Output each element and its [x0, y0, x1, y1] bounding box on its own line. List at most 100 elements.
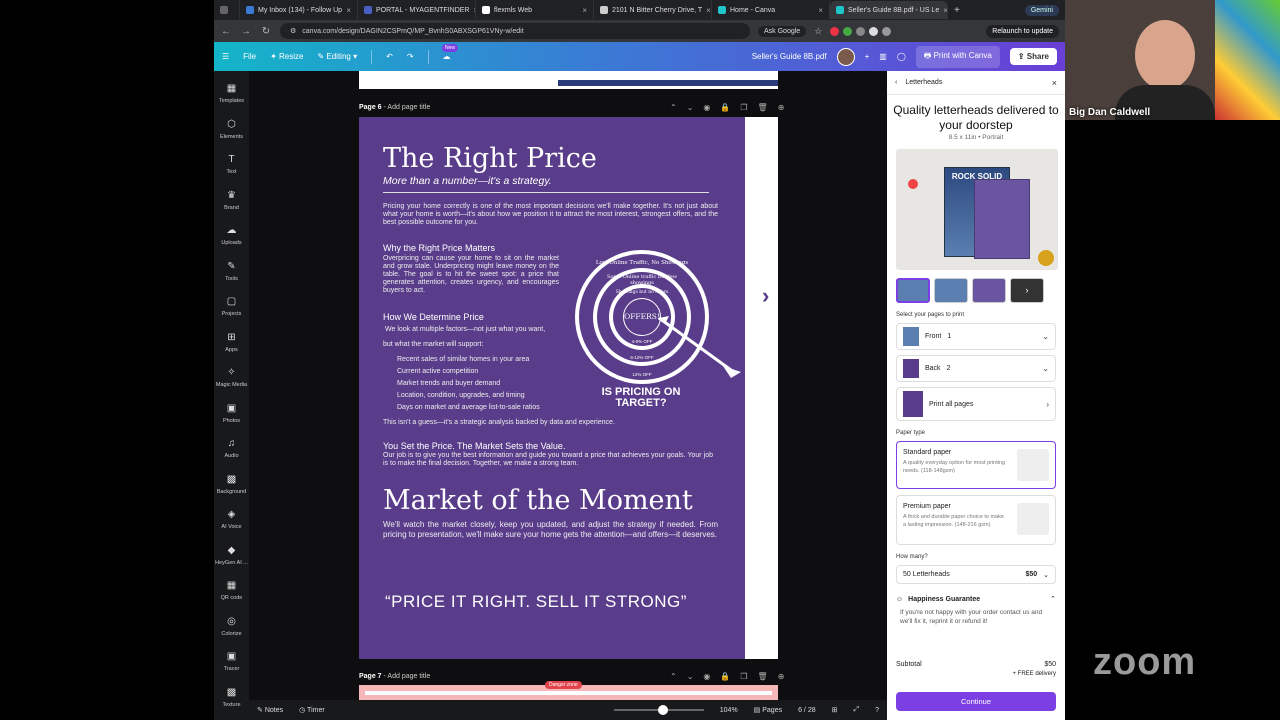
- sidebar-item-qr-code[interactable]: ▦ QR code: [214, 580, 249, 601]
- bullet-item[interactable]: Market trends and buyer demand: [397, 380, 500, 387]
- reload-icon[interactable]: ↻: [260, 26, 272, 37]
- how-heading[interactable]: How We Determine Price: [383, 312, 484, 322]
- lock-icon[interactable]: 🔒: [720, 672, 730, 681]
- cloud-sync-icon[interactable]: ☁: [443, 52, 451, 61]
- quantity-select[interactable]: 50 Letterheads $50 ⌄: [896, 565, 1056, 584]
- browser-tab[interactable]: PORTAL - MYAGENTFINDER×: [358, 1, 476, 19]
- document-title[interactable]: Seller's Guide 8B.pdf: [752, 52, 827, 61]
- set-price-text[interactable]: Our job is to give you the best informat…: [383, 452, 713, 468]
- sidebar-item-templates[interactable]: ▦ Templates: [214, 83, 249, 104]
- fullscreen-icon[interactable]: ⤢: [853, 706, 859, 714]
- chevron-down-icon[interactable]: ⌄: [687, 103, 694, 112]
- sidebar-item-heygen-ai[interactable]: ◆ HeyGen AI ...: [214, 545, 249, 566]
- add-page-title[interactable]: - Add page title: [384, 104, 431, 111]
- bookmark-icon[interactable]: ☆: [814, 26, 822, 37]
- sidebar-item-audio[interactable]: ♫ Audio: [214, 438, 249, 459]
- duplicate-icon[interactable]: ❐: [740, 672, 747, 681]
- forward-icon[interactable]: →: [240, 26, 252, 37]
- close-icon[interactable]: ×: [818, 6, 823, 15]
- guess-text[interactable]: This isn't a guess—it's a strategic anal…: [383, 419, 713, 427]
- relaunch-button[interactable]: Relaunch to update: [986, 24, 1059, 38]
- chevron-up-icon[interactable]: ⌃: [670, 103, 677, 112]
- sidebar-item-tracer[interactable]: ▣ Tracer: [214, 651, 249, 672]
- browser-tab[interactable]: flexmls Web ×: [476, 1, 594, 19]
- sidebar-item-elements[interactable]: ⬡ Elements: [214, 119, 249, 140]
- resize-button[interactable]: ✦ Resize: [270, 52, 303, 61]
- browser-tab[interactable]: [214, 1, 240, 19]
- expand-icon[interactable]: [1038, 250, 1054, 266]
- extension-icon[interactable]: [869, 26, 879, 36]
- sidebar-item-photos[interactable]: ▣ Photos: [214, 403, 249, 424]
- extension-icon[interactable]: [882, 26, 892, 36]
- lock-icon[interactable]: 🔒: [720, 103, 730, 112]
- sidebar-item-projects[interactable]: ▢ Projects: [214, 296, 249, 317]
- hide-icon[interactable]: ◉: [703, 672, 710, 681]
- hide-icon[interactable]: ◉: [703, 103, 710, 112]
- guarantee-toggle[interactable]: ☺ Happiness Guarantee ⌃: [896, 595, 1056, 604]
- continue-button[interactable]: Continue: [896, 692, 1056, 711]
- extension-icon[interactable]: [830, 26, 840, 36]
- add-collaborator-icon[interactable]: +: [865, 52, 870, 61]
- site-info-icon[interactable]: ⚙: [290, 27, 296, 35]
- add-page-icon[interactable]: ⊕: [778, 672, 785, 681]
- ask-google-button[interactable]: Ask Google: [758, 25, 807, 37]
- browser-tab-active[interactable]: Seller's Guide 8B.pdf - US Le ×: [830, 1, 948, 19]
- add-page-title[interactable]: - Add page title: [384, 673, 431, 680]
- sidebar-item-magic-media[interactable]: ✧ Magic Media: [214, 367, 249, 388]
- zoom-slider-handle[interactable]: [657, 705, 668, 715]
- duplicate-icon[interactable]: ❐: [740, 103, 747, 112]
- browser-tab[interactable]: Home - Canva ×: [712, 1, 830, 19]
- thumbnail-next[interactable]: ›: [1010, 278, 1044, 303]
- print-with-canva-button[interactable]: 🖶 Print with Canva: [915, 45, 1000, 68]
- page-6[interactable]: The Right Price More than a number—it's …: [359, 117, 778, 659]
- browser-tab[interactable]: My Inbox (134) - Follow Up ×: [240, 1, 358, 19]
- moment-title[interactable]: Market of the Moment: [383, 485, 693, 516]
- comments-icon[interactable]: ◯: [897, 52, 906, 61]
- editor-canvas[interactable]: Page 6 - Add page title ⌃ ⌄ ◉ 🔒 ❐ 🗑 ⊕ The Righ…: [249, 71, 887, 720]
- standard-paper-option[interactable]: Standard paper A quality everyday option…: [896, 441, 1056, 489]
- avatar[interactable]: [836, 47, 855, 66]
- back-icon[interactable]: ‹: [895, 79, 897, 86]
- how-text-2[interactable]: but what the market will support:: [383, 341, 583, 349]
- sidebar-item-brand[interactable]: ♛ Brand: [214, 190, 249, 211]
- help-icon[interactable]: ?: [875, 707, 879, 714]
- back-icon[interactable]: ←: [220, 26, 232, 37]
- sidebar-item-text[interactable]: T Text: [214, 154, 249, 175]
- sidebar-item-ai-voice[interactable]: ◈ AI Voice: [214, 509, 249, 530]
- insights-icon[interactable]: ▥: [879, 52, 887, 61]
- share-button[interactable]: ⇪ Share: [1009, 48, 1057, 65]
- front-page-select[interactable]: Front 1 ⌄: [896, 323, 1056, 350]
- url-input[interactable]: ⚙ canva.com/design/DAGIN2CSPmQ/MP_BvnhS0A…: [280, 23, 750, 39]
- bullet-item[interactable]: Location, condition, upgrades, and timin…: [397, 392, 525, 399]
- sidebar-item-colorize[interactable]: ◎ Colorize: [214, 616, 249, 637]
- chevron-down-icon[interactable]: ⌄: [687, 672, 694, 681]
- how-text-1[interactable]: We look at multiple factors—not just wha…: [385, 326, 585, 334]
- sidebar-item-uploads[interactable]: ☁ Uploads: [214, 225, 249, 246]
- sidebar-item-apps[interactable]: ⊞ Apps: [214, 332, 249, 353]
- sidebar-item-background[interactable]: ▩ Background: [214, 474, 249, 495]
- close-icon[interactable]: ×: [943, 6, 947, 15]
- sidebar-item-texture[interactable]: ▩ Texture: [214, 687, 249, 708]
- close-icon[interactable]: ×: [346, 6, 351, 15]
- undo-icon[interactable]: ↶: [386, 52, 393, 61]
- file-menu[interactable]: File: [243, 52, 256, 61]
- add-page-icon[interactable]: ⊕: [778, 103, 785, 112]
- close-icon[interactable]: ×: [582, 6, 587, 15]
- editing-dropdown[interactable]: ✎ Editing ▾: [317, 52, 357, 61]
- bullet-item[interactable]: Days on market and average list-to-sale …: [397, 404, 540, 411]
- quote-text[interactable]: “PRICE IT RIGHT. SELL IT STRONG”: [385, 592, 687, 612]
- browser-tab[interactable]: 2101 N Bitter Cherry Drive, T ×: [594, 1, 712, 19]
- page-title[interactable]: The Right Price: [383, 143, 597, 174]
- bullet-item[interactable]: Recent sales of similar homes in your ar…: [397, 356, 529, 363]
- back-page-select[interactable]: Back 2 ⌄: [896, 355, 1056, 382]
- close-icon[interactable]: ×: [706, 6, 711, 15]
- extension-icon[interactable]: [843, 26, 853, 36]
- notes-button[interactable]: ✎ Notes: [257, 706, 283, 714]
- timer-button[interactable]: ◷ Timer: [299, 706, 325, 714]
- page-6-label[interactable]: Page 6 - Add page title: [359, 104, 430, 111]
- page-7-label[interactable]: Page 7 - Add page title: [359, 673, 430, 680]
- pages-button[interactable]: ▤ Pages: [754, 706, 782, 714]
- new-tab-icon[interactable]: +: [954, 5, 960, 16]
- intro-text[interactable]: Pricing your home correctly is one of th…: [383, 203, 718, 227]
- thumbnail[interactable]: [896, 278, 930, 303]
